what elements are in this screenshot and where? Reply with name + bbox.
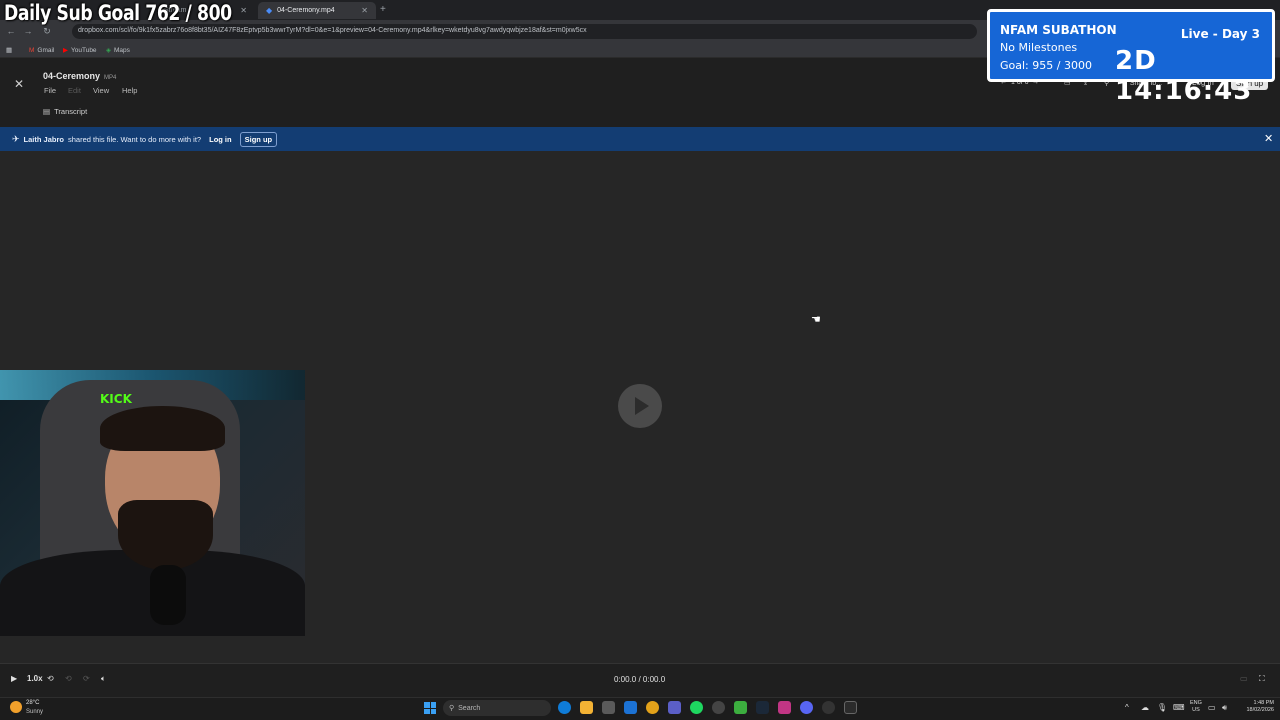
spotify-icon[interactable]: [690, 701, 703, 714]
close-tab-icon[interactable]: ✕: [240, 6, 247, 15]
obs-icon[interactable]: [712, 701, 725, 714]
subathon-widget: NFAM SUBATHON Live - Day 3 No Milestones…: [987, 9, 1275, 106]
xbox-icon[interactable]: [734, 701, 747, 714]
captions-icon[interactable]: ▭: [1240, 674, 1248, 683]
mail-icon[interactable]: [624, 701, 637, 714]
banner-login-link[interactable]: Log in: [209, 135, 232, 144]
rocket-icon: ✈: [12, 133, 20, 144]
banner-message: shared this file. Want to do more with i…: [67, 134, 202, 144]
discord-icon[interactable]: [800, 701, 813, 714]
gmail-icon: M: [29, 46, 35, 54]
chrome-icon[interactable]: [646, 701, 659, 714]
tray-keyboard-icon[interactable]: ⌨: [1173, 703, 1185, 712]
transcript-icon: ▤: [43, 107, 51, 116]
reload-icon[interactable]: ↻: [40, 24, 54, 38]
menu-help[interactable]: Help: [122, 86, 137, 95]
bookmark-gmail[interactable]: M Gmail: [29, 44, 54, 56]
subathon-title: NFAM SUBATHON: [1000, 23, 1117, 37]
daily-sub-goal: Daily Sub Goal 762 / 800: [4, 1, 232, 25]
sharer-name: Laith Jabro: [23, 134, 64, 144]
app-window-icon[interactable]: [844, 701, 857, 714]
url-input[interactable]: dropbox.com/scl/fo/9k1fx5zabrz76o8f8bt35…: [72, 24, 977, 39]
time-readout: 0:00.0 / 0:00.0: [614, 675, 666, 684]
teams-icon[interactable]: [668, 701, 681, 714]
fullscreen-icon[interactable]: ⛶: [1259, 674, 1265, 684]
bookmark-maps[interactable]: ◈ Maps: [106, 44, 130, 56]
forward-arrow-icon[interactable]: →: [21, 24, 35, 38]
file-title: 04-Ceremony MP4: [43, 71, 117, 81]
play-icon[interactable]: [618, 384, 662, 428]
streamer-beard: [118, 500, 213, 570]
weather-temperature[interactable]: 28°C: [26, 700, 39, 706]
weather-description[interactable]: Sunny: [26, 709, 43, 715]
weather-sun-icon[interactable]: [10, 701, 22, 713]
file-extension: MP4: [104, 75, 117, 81]
taskbar-search-input[interactable]: ⚲ Search: [443, 700, 551, 716]
subathon-milestones: No Milestones: [1000, 41, 1078, 54]
file-explorer-icon[interactable]: [580, 701, 593, 714]
tray-network-icon[interactable]: ▭: [1208, 703, 1216, 712]
new-tab-icon[interactable]: +: [380, 4, 386, 15]
shared-file-banner: ✈ Laith Jabro shared this file. Want to …: [0, 127, 1280, 151]
apps-grid-icon[interactable]: ▦: [6, 44, 12, 56]
bookmark-youtube[interactable]: ▶ YouTube: [63, 44, 97, 56]
windows-start-icon[interactable]: [424, 702, 436, 714]
tab-label: 04-Ceremony.mp4: [277, 7, 335, 14]
subathon-live-day: Live - Day 3: [1180, 27, 1260, 41]
tray-volume-icon[interactable]: 🔊︎: [1222, 703, 1227, 713]
menu-view[interactable]: View: [93, 86, 109, 95]
speed-button[interactable]: 1.0x: [27, 674, 43, 683]
subathon-goal: Goal: 955 / 3000: [1000, 59, 1092, 72]
steam-icon[interactable]: [756, 701, 769, 714]
subathon-timer: 2D 14:16:43: [1115, 46, 1253, 106]
store-icon[interactable]: [602, 701, 615, 714]
close-preview-icon[interactable]: ✕: [14, 77, 24, 91]
dropbox-favicon-icon: ◆: [266, 6, 273, 15]
volume-icon[interactable]: 🔈︎: [101, 674, 106, 684]
banner-close-icon[interactable]: ✕: [1264, 132, 1273, 145]
tray-mic-icon[interactable]: 🎙︎: [1157, 703, 1167, 712]
youtube-icon: ▶: [63, 47, 68, 54]
loop-icon[interactable]: ⟲: [47, 674, 54, 683]
tray-cloud-icon[interactable]: ☁: [1141, 703, 1149, 712]
close-tab-icon[interactable]: ✕: [361, 6, 368, 15]
banner-signup-button[interactable]: Sign up: [239, 131, 278, 147]
tray-language[interactable]: ENG US: [1190, 700, 1202, 714]
windows-taskbar: [0, 697, 1280, 720]
tray-chevron-icon[interactable]: ^: [1125, 703, 1129, 712]
menu-file[interactable]: File: [44, 86, 56, 95]
app-icon[interactable]: [822, 701, 835, 714]
forward-icon[interactable]: ⟳: [83, 674, 90, 683]
hand-cursor-icon: ☚: [811, 314, 821, 326]
back-arrow-icon[interactable]: ←: [4, 24, 18, 38]
maps-icon: ◈: [106, 47, 111, 54]
play-button-icon[interactable]: ▶: [11, 674, 17, 683]
search-icon: ⚲: [449, 705, 455, 712]
rewind-icon[interactable]: ⟲: [65, 674, 72, 683]
streamer-hair: [100, 406, 225, 451]
webcam-overlay: KICK: [0, 370, 305, 636]
transcript-button[interactable]: ▤ Transcript: [43, 107, 87, 116]
microphone: [150, 565, 186, 625]
edge-icon[interactable]: [558, 701, 571, 714]
browser-tab-active[interactable]: ◆ 04-Ceremony.mp4 ✕: [258, 2, 376, 19]
kick-logo: KICK: [100, 392, 132, 406]
menu-edit[interactable]: Edit: [68, 86, 81, 95]
tray-clock[interactable]: 1:48 PM 18/02/2026: [1240, 700, 1274, 714]
instagram-icon[interactable]: [778, 701, 791, 714]
